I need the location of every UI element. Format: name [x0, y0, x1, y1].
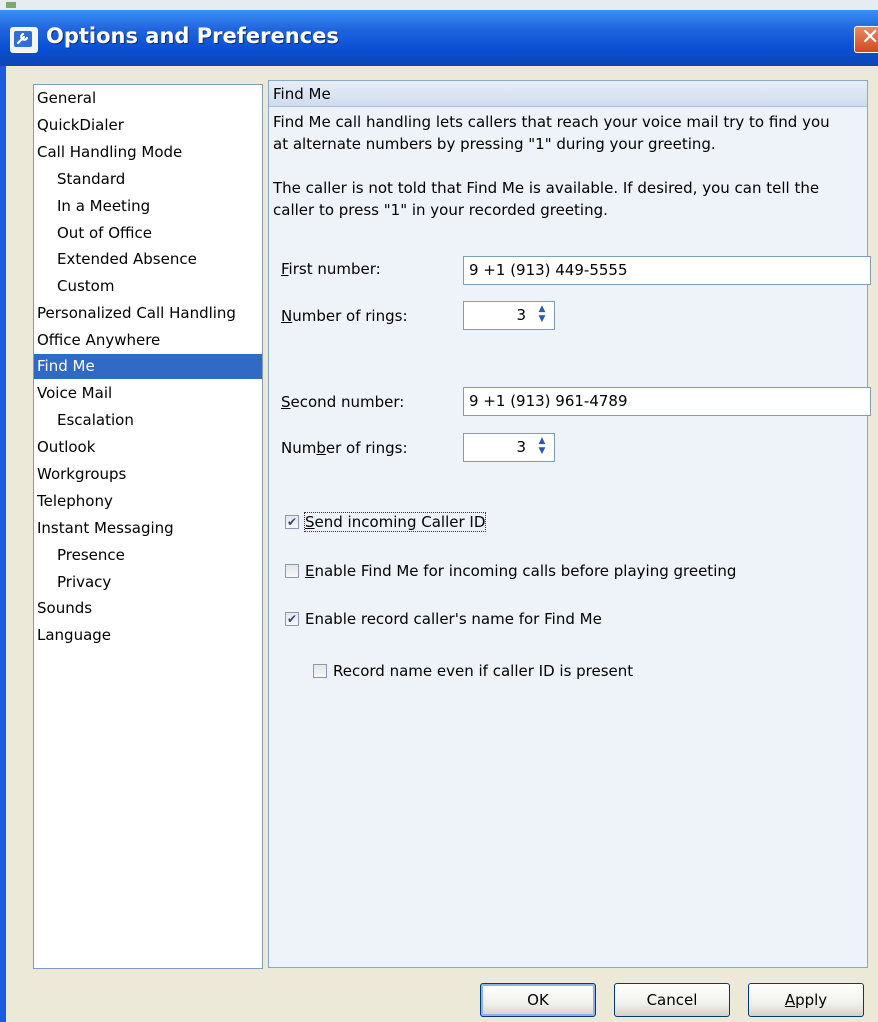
label-text: Num [281, 439, 317, 457]
ok-button[interactable]: OK [480, 983, 596, 1017]
access-key: S [281, 393, 291, 411]
first-rings-value: 3 [516, 306, 526, 324]
checkmark-icon: ✔ [285, 515, 299, 529]
label-text: nable Find Me for incoming calls before … [314, 562, 737, 580]
nav-item-voice-mail[interactable]: Voice Mail [34, 381, 262, 406]
nav-item-escalation[interactable]: Escalation [34, 408, 262, 433]
checkmark-icon: ✔ [285, 612, 299, 626]
checkbox-unchecked-icon [313, 664, 327, 678]
label-text: econd number: [290, 393, 405, 411]
enable-record-name-checkbox[interactable]: ✔ Enable record caller's name for Find M… [285, 610, 645, 630]
access-key: A [784, 991, 796, 1009]
first-number-input[interactable]: 9 +1 (913) 449-5555 [463, 256, 871, 285]
second-number-label: Second number: [281, 393, 404, 411]
nav-item-general[interactable]: General [34, 86, 262, 111]
label-text: irst number: [288, 260, 381, 278]
second-rings-value: 3 [516, 438, 526, 456]
send-caller-id-label: Send incoming Caller ID [303, 512, 487, 532]
nav-item-sounds[interactable]: Sounds [34, 596, 262, 621]
options-wrench-icon [10, 27, 38, 53]
access-key: b [316, 439, 326, 457]
second-number-input[interactable]: 9 +1 (913) 961-4789 [463, 387, 871, 416]
close-icon: ✕ [861, 25, 878, 50]
nav-item-custom[interactable]: Custom [34, 274, 262, 299]
options-category-list[interactable]: General QuickDialer Call Handling Mode S… [33, 84, 263, 969]
send-caller-id-checkbox[interactable]: ✔ Send incoming Caller ID [285, 512, 525, 533]
nav-item-standard[interactable]: Standard [34, 167, 262, 192]
nav-item-telephony[interactable]: Telephony [34, 489, 262, 514]
title-bar[interactable]: Options and Preferences ✕ [0, 10, 878, 66]
first-number-label: First number: [281, 260, 381, 278]
nav-item-find-me[interactable]: Find Me [34, 354, 262, 379]
second-rings-spinner[interactable]: 3 ▲ ▼ [463, 433, 555, 462]
nav-item-out-of-office[interactable]: Out of Office [34, 221, 262, 246]
nav-item-call-handling-mode[interactable]: Call Handling Mode [34, 140, 262, 165]
record-even-if-id-checkbox[interactable]: Record name even if caller ID is present [313, 662, 673, 682]
nav-item-presence[interactable]: Presence [34, 543, 262, 568]
nav-item-language[interactable]: Language [34, 623, 262, 648]
nav-item-workgroups[interactable]: Workgroups [34, 462, 262, 487]
nav-item-outlook[interactable]: Outlook [34, 435, 262, 460]
label-text: umber of rings: [292, 307, 408, 325]
nav-item-in-a-meeting[interactable]: In a Meeting [34, 194, 262, 219]
first-rings-spinner[interactable]: 3 ▲ ▼ [463, 301, 555, 330]
description-line: Find Me call handling lets callers that … [273, 113, 830, 131]
options-dialog: Options and Preferences ✕ General QuickD… [0, 10, 878, 1022]
spinner-arrows-icon[interactable]: ▲ ▼ [536, 304, 548, 326]
enable-before-greeting-checkbox[interactable]: Enable Find Me for incoming calls before… [285, 562, 785, 582]
access-key: F [281, 260, 289, 278]
cancel-button[interactable]: Cancel [614, 983, 730, 1017]
desktop-strip [0, 0, 878, 10]
description-line: caller to press "1" in your recorded gre… [273, 201, 608, 219]
enable-record-name-label: Enable record caller's name for Find Me [305, 610, 602, 628]
description-line: The caller is not told that Find Me is a… [273, 179, 820, 197]
nav-item-quickdialer[interactable]: QuickDialer [34, 113, 262, 138]
nav-item-personalized-call-handling[interactable]: Personalized Call Handling [34, 301, 262, 326]
label-text: pply [795, 991, 828, 1009]
nav-item-office-anywhere[interactable]: Office Anywhere [34, 328, 262, 353]
spinner-arrows-icon[interactable]: ▲ ▼ [536, 436, 548, 458]
enable-before-greeting-label: Enable Find Me for incoming calls before… [305, 562, 736, 580]
first-rings-label: Number of rings: [281, 307, 408, 325]
second-rings-label: Number of rings: [281, 439, 408, 457]
nav-item-instant-messaging[interactable]: Instant Messaging [34, 516, 262, 541]
access-key: N [281, 307, 293, 325]
record-even-if-id-label: Record name even if caller ID is present [333, 662, 634, 680]
access-key: S [305, 513, 315, 531]
desktop-blip [6, 2, 16, 8]
window-title: Options and Preferences [46, 24, 339, 48]
label-text: er of rings: [325, 439, 408, 457]
apply-button[interactable]: Apply [748, 983, 864, 1017]
description-line: at alternate numbers by pressing "1" dur… [273, 135, 716, 153]
checkbox-unchecked-icon [285, 564, 299, 578]
nav-item-privacy[interactable]: Privacy [34, 570, 262, 595]
panel-header: Find Me [269, 81, 867, 107]
find-me-settings-panel: Find Me Find Me call handling lets calle… [268, 80, 871, 968]
close-button[interactable]: ✕ [854, 25, 878, 53]
label-text: end incoming Caller ID [314, 513, 486, 531]
nav-item-extended-absence[interactable]: Extended Absence [34, 247, 262, 272]
